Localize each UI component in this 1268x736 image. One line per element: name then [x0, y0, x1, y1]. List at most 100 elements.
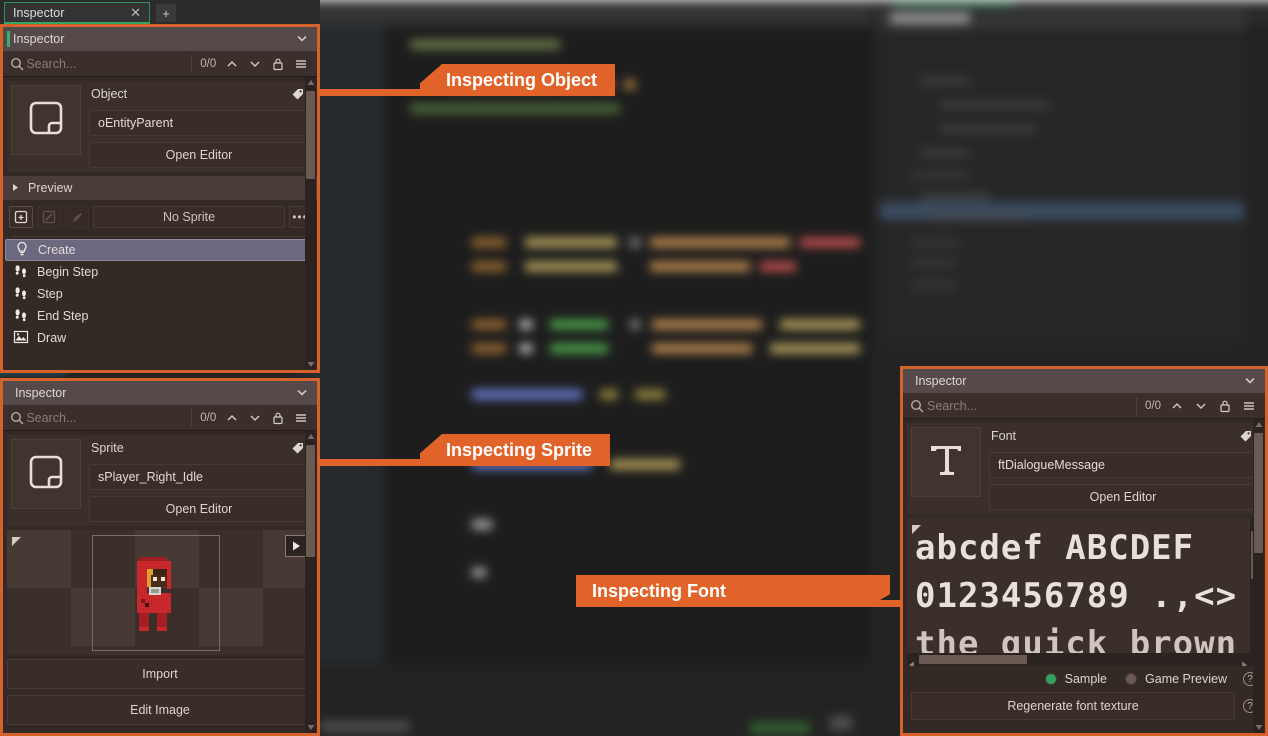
footsteps-icon [13, 307, 29, 326]
divider [13, 236, 307, 237]
chevron-up-icon[interactable] [220, 53, 243, 75]
chevron-down-icon[interactable] [1243, 373, 1257, 390]
scroll-thumb[interactable] [1254, 433, 1263, 553]
callout-inspecting-object: Inspecting Object [420, 64, 616, 96]
sprite-resource-header: Sprite Open Editor [7, 435, 313, 526]
open-editor-button[interactable]: Open Editor [989, 484, 1257, 510]
sprite-name-field[interactable]: No Sprite [93, 206, 285, 228]
hamburger-menu-icon[interactable] [290, 407, 313, 429]
font-sample-preview[interactable]: abcdef ABCDEF 0123456789 .,<> the quick … [907, 518, 1261, 666]
scroll-up-arrow[interactable] [1253, 419, 1264, 430]
font-panel-scrollbar[interactable] [1253, 419, 1264, 733]
picture-icon [13, 329, 29, 348]
scroll-down-arrow[interactable] [305, 722, 316, 733]
chevron-up-icon[interactable] [220, 407, 243, 429]
edit-sprite-icon[interactable] [37, 206, 61, 228]
font-thumbnail[interactable] [911, 427, 981, 497]
scroll-thumb[interactable] [919, 655, 1027, 664]
resource-type-row: Sprite [89, 439, 309, 464]
sprite-panel-header[interactable]: Inspector [3, 381, 317, 405]
hamburger-menu-icon[interactable] [290, 53, 313, 75]
object-panel-scrollbar[interactable] [305, 77, 316, 370]
event-label: Create [38, 243, 76, 257]
font-inspector-panel: Inspector 0/0 [900, 366, 1268, 736]
chevron-down-icon[interactable] [243, 53, 266, 75]
scroll-thumb[interactable] [306, 91, 315, 179]
resize-corner-icon[interactable] [11, 534, 22, 552]
scroll-thumb[interactable] [306, 445, 315, 557]
search-input[interactable] [26, 410, 188, 425]
scroll-left-arrow[interactable] [908, 656, 915, 666]
resource-type-label: Object [91, 87, 128, 101]
lock-icon[interactable] [267, 407, 290, 429]
divider [1136, 396, 1137, 415]
font-name-field[interactable] [989, 452, 1257, 478]
sprite-search-bar[interactable]: 0/0 [3, 405, 317, 431]
resource-type-row: Font [989, 427, 1257, 452]
paintbrush-icon[interactable] [65, 206, 89, 228]
chevron-down-icon[interactable] [1189, 395, 1213, 417]
footsteps-icon [13, 263, 29, 282]
open-editor-button[interactable]: Open Editor [89, 142, 309, 168]
search-input[interactable] [927, 398, 1132, 413]
callout-label: Inspecting Font [592, 580, 726, 601]
plus-icon[interactable]: + [156, 4, 176, 22]
import-button[interactable]: Import [7, 659, 313, 689]
radio-game-preview[interactable] [1125, 673, 1138, 685]
open-editor-button[interactable]: Open Editor [89, 496, 309, 522]
object-thumbnail[interactable] [11, 85, 81, 155]
chevron-down-icon[interactable] [295, 31, 309, 48]
search-input[interactable] [26, 56, 188, 71]
lock-icon[interactable] [1213, 395, 1237, 417]
preview-section-toggle[interactable]: Preview [3, 176, 317, 200]
scroll-down-arrow[interactable] [305, 359, 316, 370]
triangle-right-icon [11, 181, 20, 195]
sprite-panel-scrollbar[interactable] [305, 431, 316, 733]
event-item-draw[interactable]: Draw [5, 327, 315, 349]
chevron-down-icon[interactable] [295, 385, 309, 402]
event-item-step[interactable]: Step [5, 283, 315, 305]
close-icon[interactable]: ✕ [130, 5, 141, 21]
regenerate-font-texture-button[interactable]: Regenerate font texture [911, 692, 1235, 720]
sprite-panel-body: Sprite Open Editor [3, 431, 317, 733]
font-preview-hscrollbar[interactable] [907, 653, 1261, 666]
object-panel-body: Object Open Editor Preview [3, 77, 317, 370]
font-panel-header[interactable]: Inspector [903, 369, 1265, 393]
chevron-up-icon[interactable] [1165, 395, 1189, 417]
scroll-up-arrow[interactable] [305, 431, 316, 442]
tab-inspector[interactable]: Inspector ✕ [4, 2, 150, 24]
play-icon[interactable] [285, 535, 307, 557]
tag-icon[interactable] [1239, 429, 1253, 446]
scroll-down-arrow[interactable] [1253, 722, 1264, 733]
lock-icon[interactable] [267, 53, 290, 75]
radio-sample[interactable] [1044, 673, 1057, 685]
scroll-up-arrow[interactable] [305, 77, 316, 88]
object-inspector-panel: Inspector 0/0 [0, 24, 320, 373]
sprite-thumbnail[interactable] [11, 439, 81, 509]
event-item-create[interactable]: Create [5, 239, 315, 261]
tag-icon[interactable] [291, 441, 305, 458]
panel-title: Inspector [13, 32, 65, 46]
chevron-down-icon[interactable] [243, 407, 266, 429]
event-item-end-step[interactable]: End Step [5, 305, 315, 327]
object-search-bar[interactable]: 0/0 [3, 51, 317, 77]
sprite-name-field[interactable] [89, 464, 309, 490]
new-sprite-icon[interactable] [9, 206, 33, 228]
hamburger-menu-icon[interactable] [1237, 395, 1261, 417]
search-result-count: 0/0 [200, 57, 217, 70]
edit-image-button[interactable]: Edit Image [7, 695, 313, 725]
font-resource-header: Font Open Editor [907, 423, 1261, 514]
radio-game-preview-label: Game Preview [1145, 672, 1227, 686]
tag-icon[interactable] [291, 87, 305, 104]
event-list: Create Begin Step Step End Step Draw [3, 239, 317, 349]
sprite-toolbar: No Sprite ••• [3, 202, 317, 232]
scroll-right-arrow[interactable] [1241, 656, 1248, 666]
object-name-field[interactable] [89, 110, 309, 136]
tab-bar: Inspector ✕ + [0, 0, 320, 26]
event-item-begin-step[interactable]: Begin Step [5, 261, 315, 283]
font-search-bar[interactable]: 0/0 [903, 393, 1265, 419]
preview-section-label: Preview [28, 181, 73, 195]
sprite-preview[interactable] [7, 530, 313, 655]
object-panel-header[interactable]: Inspector [3, 27, 317, 51]
callout-connector [318, 459, 422, 466]
